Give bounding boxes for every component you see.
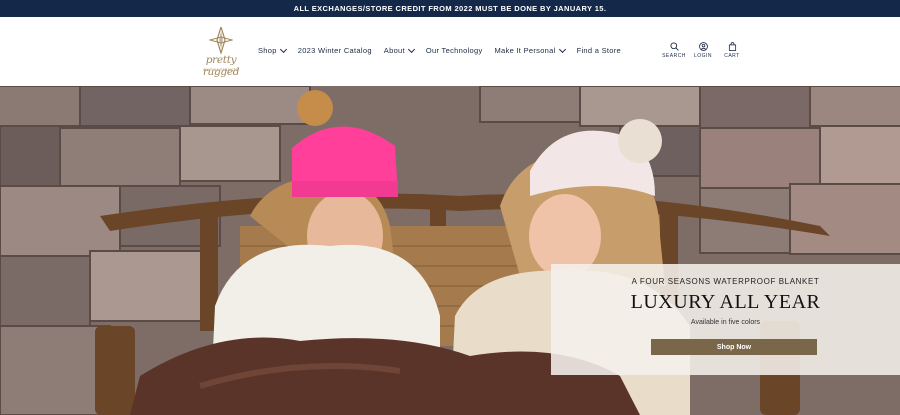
promo-subtext: Available in five colors	[690, 319, 761, 326]
diamond-logo-icon	[209, 27, 233, 54]
chevron-down-icon	[407, 45, 415, 53]
promo-overlay: A FOUR SEASONS WATERPROOF BLANKET LUXURY…	[551, 264, 900, 375]
nav-shop-label: Shop	[258, 46, 277, 55]
chevron-down-icon	[279, 45, 287, 53]
search-label: SEARCH	[662, 53, 686, 59]
promo-eyebrow: A FOUR SEASONS WATERPROOF BLANKET	[631, 277, 820, 286]
nav-winter-catalog-label: 2023 Winter Catalog	[297, 46, 372, 55]
user-icon	[698, 42, 708, 51]
login-button[interactable]: LOGIN	[692, 42, 714, 59]
shop-now-button[interactable]: Shop Now	[651, 339, 817, 355]
nav-shop[interactable]: Shop	[258, 45, 287, 55]
cart-label: CART	[724, 53, 740, 59]
login-label: LOGIN	[693, 53, 713, 59]
hero-banner: A FOUR SEASONS WATERPROOF BLANKET LUXURY…	[0, 86, 900, 415]
announcement-bar: ALL EXCHANGES/STORE CREDIT FROM 2022 MUS…	[0, 0, 900, 17]
brand-logo[interactable]: pretty rugged BY TINA TARANTO	[192, 27, 250, 78]
nav-our-technology-label: Our Technology	[425, 46, 483, 55]
nav-find-a-store[interactable]: Find a Store	[577, 46, 621, 55]
brand-wordmark: pretty rugged	[202, 54, 240, 78]
main-nav: Shop 2023 Winter Catalog About Our Techn…	[258, 45, 633, 55]
site-header: pretty rugged BY TINA TARANTO Shop 2023 …	[0, 17, 900, 86]
nav-find-a-store-label: Find a Store	[576, 46, 622, 55]
promo-headline: LUXURY ALL YEAR	[630, 291, 821, 313]
chevron-down-icon	[558, 45, 566, 53]
nav-our-technology[interactable]: Our Technology	[426, 46, 483, 55]
cart-button[interactable]: CART	[721, 42, 743, 59]
shopping-bag-icon	[728, 42, 736, 51]
announcement-text: ALL EXCHANGES/STORE CREDIT FROM 2022 MUS…	[293, 4, 607, 13]
search-button[interactable]: SEARCH	[662, 42, 686, 59]
nav-about[interactable]: About	[383, 45, 415, 55]
nav-about-label: About	[383, 46, 405, 55]
nav-make-it-personal[interactable]: Make It Personal	[494, 45, 566, 55]
header-utilities: SEARCH LOGIN CART	[662, 42, 743, 59]
search-icon	[669, 42, 679, 51]
nav-winter-catalog[interactable]: 2023 Winter Catalog	[298, 46, 372, 55]
nav-make-it-personal-label: Make It Personal	[494, 46, 556, 55]
brand-tagline: BY TINA TARANTO	[203, 68, 239, 72]
